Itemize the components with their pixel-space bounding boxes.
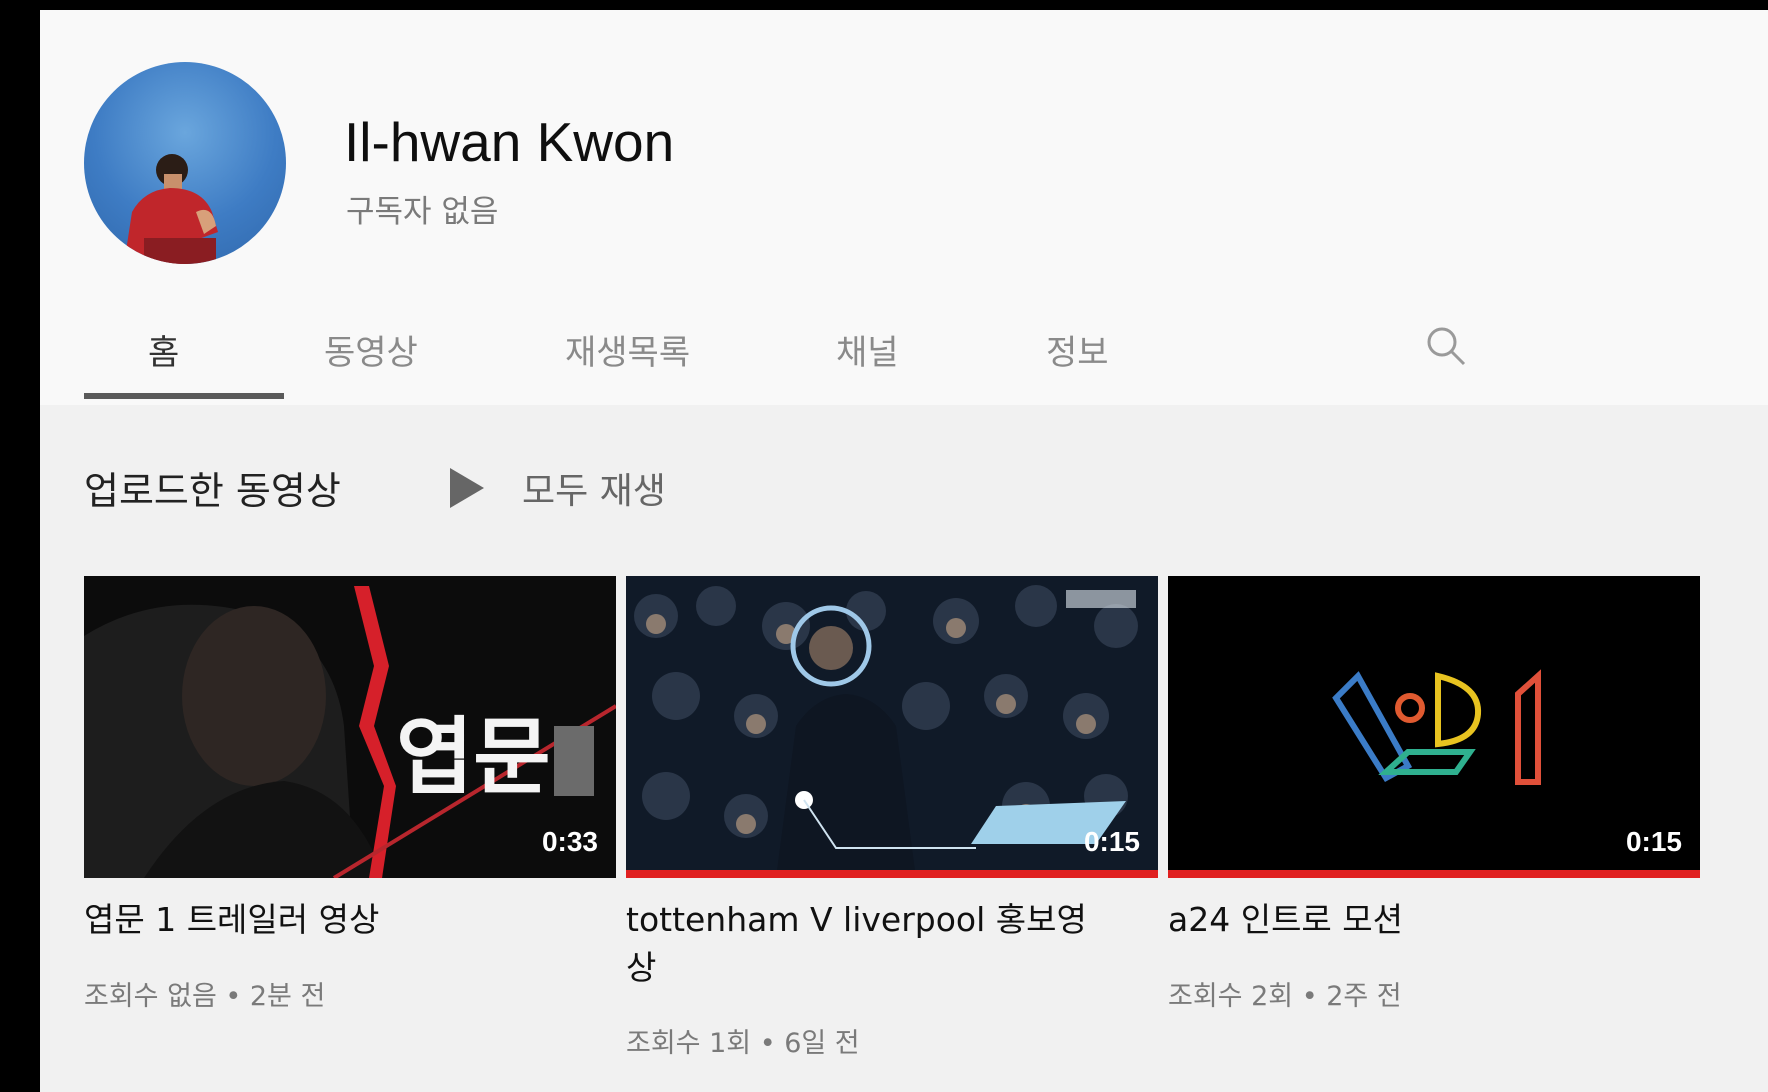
tab-videos[interactable]: 동영상: [324, 325, 418, 374]
play-icon: [450, 468, 484, 508]
subscriber-count: 구독자 없음: [346, 194, 499, 230]
channel-header: Il-hwan Kwon 구독자 없음 홈 동영상 재생목록 채널 정보: [40, 10, 1768, 405]
video-thumbnail[interactable]: 0:15: [1168, 576, 1700, 878]
video-duration: 0:15: [1625, 826, 1682, 857]
video-meta: 조회수 1회 • 6일 전: [626, 1028, 860, 1059]
video-duration: 0:33: [541, 826, 598, 857]
section-title: 업로드한 동영상: [84, 469, 341, 513]
video-title[interactable]: 엽문 1 트레일러 영상: [84, 896, 554, 944]
thumbnail-image: [626, 576, 1158, 878]
thumbnail-image: 엽문: [84, 576, 616, 878]
tab-search-button[interactable]: [1422, 322, 1472, 372]
thumbnail-image: [1168, 576, 1700, 878]
play-all-label: 모두 재생: [522, 471, 666, 512]
video-title[interactable]: a24 인트로 모션: [1168, 896, 1638, 944]
video-meta: 조회수 2회 • 2주 전: [1168, 981, 1402, 1012]
person-avatar-icon: [124, 154, 218, 264]
tab-channels[interactable]: 채널: [836, 325, 899, 374]
thumbnail-text: 엽문: [396, 708, 551, 806]
channel-page: Il-hwan Kwon 구독자 없음 홈 동영상 재생목록 채널 정보 업로드…: [40, 10, 1768, 1092]
channel-name: Il-hwan Kwon: [344, 111, 675, 173]
video-thumbnail[interactable]: 0:15: [626, 576, 1158, 878]
channel-tabs: 홈 동영상 재생목록 채널 정보: [40, 310, 1768, 405]
search-icon: [1427, 327, 1466, 366]
watched-progress-bar: [1168, 870, 1700, 878]
active-tab-indicator: [84, 393, 284, 399]
tab-about[interactable]: 정보: [1046, 325, 1109, 374]
video-duration: 0:15: [1083, 826, 1140, 857]
channel-avatar[interactable]: [84, 62, 286, 264]
video-thumbnail[interactable]: 엽문 0:33: [84, 576, 616, 878]
tab-home[interactable]: 홈: [148, 325, 179, 374]
video-title[interactable]: tottenham V liverpool 홍보영상: [626, 896, 1096, 992]
tab-playlists[interactable]: 재생목록: [565, 325, 690, 374]
video-meta: 조회수 없음 • 2분 전: [84, 981, 326, 1012]
watched-progress-bar: [626, 870, 1158, 878]
